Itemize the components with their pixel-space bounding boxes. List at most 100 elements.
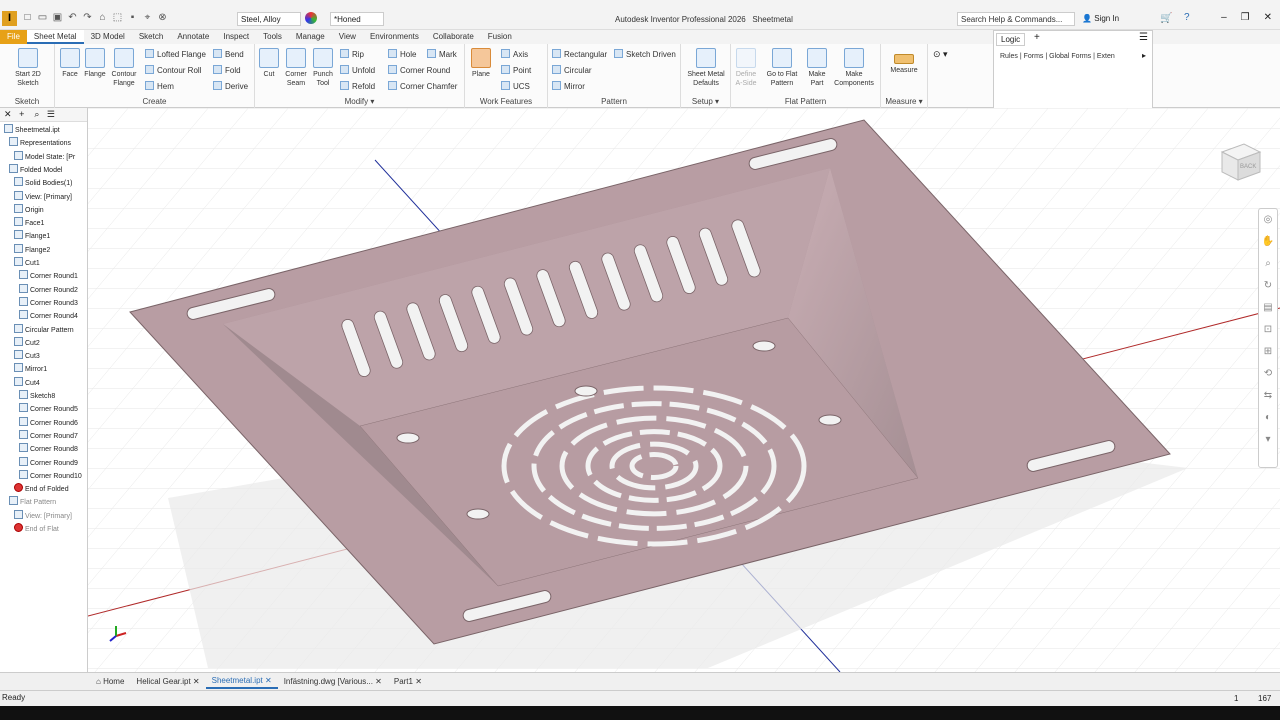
minimize-icon[interactable]: – [1221, 12, 1227, 23]
browser-node[interactable]: Cut4 [14, 376, 40, 387]
doc-tab-home[interactable]: ⌂ Home [90, 675, 130, 688]
corner-round-button[interactable]: Corner Round [388, 65, 450, 75]
browser-node[interactable]: Solid Bodies(1) [14, 177, 72, 187]
options-icon[interactable]: ⊙ ▾ [933, 49, 948, 60]
signin-link[interactable]: 👤 Sign In [1082, 14, 1119, 23]
steering-wheel-icon[interactable]: ◎ [1259, 209, 1277, 231]
browser-node[interactable]: Corner Round7 [19, 429, 78, 440]
appearance-icon[interactable] [305, 12, 317, 24]
look-at-icon[interactable]: ▤ [1259, 297, 1277, 319]
orbit-icon[interactable]: ↻ [1259, 275, 1277, 297]
redo-icon[interactable]: ↷ [82, 12, 93, 23]
browser-node[interactable]: View: [Primary] [14, 509, 72, 520]
contour-flange-button[interactable]: Contour Flange [109, 48, 139, 88]
material-icon[interactable]: ⊗ [157, 12, 168, 23]
update-icon[interactable]: ▪ [127, 12, 138, 23]
menu-icon[interactable]: ☰ [1139, 32, 1148, 43]
browser-node[interactable]: Corner Round1 [19, 270, 78, 280]
tab-collaborate[interactable]: Collaborate [426, 30, 481, 44]
close-icon[interactable]: ✕ [193, 677, 200, 686]
appearance-select[interactable]: *Honed [330, 12, 384, 26]
constrained-orbit-icon[interactable]: ⇆ [1259, 385, 1277, 407]
tab-environments[interactable]: Environments [363, 30, 426, 44]
doc-tab-sheetmetal[interactable]: Sheetmetal.ipt ✕ [205, 674, 278, 689]
browser-node[interactable]: Corner Round8 [19, 443, 78, 453]
browser-node[interactable]: Flange1 [14, 230, 50, 240]
undo-icon[interactable]: ↶ [67, 12, 78, 23]
zoom-window-icon[interactable]: ⊞ [1259, 341, 1277, 363]
browser-node[interactable]: Mirror1 [14, 363, 47, 373]
fold-button[interactable]: Fold [213, 65, 241, 75]
start-sketch-button[interactable]: Start 2D Sketch [8, 48, 48, 88]
browser-node[interactable]: Flange2 [14, 243, 50, 254]
close-icon[interactable]: ✕ [375, 677, 382, 686]
tab-view[interactable]: View [332, 30, 363, 44]
select-icon[interactable]: ⬚ [112, 12, 123, 23]
close-icon[interactable]: ✕ [415, 677, 422, 686]
mark-button[interactable]: Mark [427, 49, 457, 59]
browser-node[interactable]: Corner Round10 [19, 469, 82, 480]
face-button[interactable]: Face [58, 48, 82, 79]
tab-logic[interactable]: Logic [996, 33, 1026, 46]
browser-node[interactable]: Corner Round5 [19, 403, 78, 413]
browser-node[interactable]: Corner Round4 [19, 310, 78, 320]
hole-button[interactable]: Hole [388, 49, 416, 59]
tab-3d-model[interactable]: 3D Model [84, 30, 132, 44]
model-canvas[interactable] [88, 108, 1280, 672]
cut-button[interactable]: Cut [258, 48, 280, 79]
doc-tab-part1[interactable]: Part1 ✕ [388, 675, 428, 688]
bend-button[interactable]: Bend [213, 49, 244, 59]
refold-button[interactable]: Refold [340, 81, 375, 91]
lofted-flange-button[interactable]: Lofted Flange [145, 49, 206, 59]
browser-node[interactable]: End of Folded [14, 483, 69, 493]
mirror-button[interactable]: Mirror [552, 81, 585, 91]
browser-node[interactable]: Model State: [Pr [14, 150, 75, 161]
browser-node[interactable]: Sketch8 [19, 390, 55, 400]
make-components-button[interactable]: Make Components [831, 48, 877, 88]
make-part-button[interactable]: Make Part [805, 48, 829, 88]
browser-node[interactable]: Circular Pattern [14, 323, 74, 334]
group-label-modify[interactable]: Modify ▾ [255, 97, 464, 106]
pan-icon[interactable]: ✋ [1259, 231, 1277, 253]
new-icon[interactable]: □ [22, 12, 33, 23]
tab-manage[interactable]: Manage [289, 30, 332, 44]
browser-node[interactable]: Cut1 [14, 257, 40, 267]
go-to-flat-pattern-button[interactable]: Go to Flat Pattern [761, 48, 803, 88]
add-tab-icon[interactable]: + [1034, 32, 1040, 43]
hem-button[interactable]: Hem [145, 81, 174, 91]
rip-button[interactable]: Rip [340, 49, 364, 59]
nav-menu-icon[interactable]: ▾ [1259, 429, 1277, 451]
search-input[interactable]: Search Help & Commands... [957, 12, 1075, 26]
browser-node[interactable]: Cut2 [14, 336, 40, 347]
contour-roll-button[interactable]: Contour Roll [145, 65, 201, 75]
scroll-right-icon[interactable]: ▸ [1142, 51, 1146, 60]
logic-links[interactable]: Rules | Forms | Global Forms | Exten [1000, 53, 1115, 60]
browser-node[interactable]: Representations [9, 137, 71, 147]
close-icon[interactable]: ✕ [265, 676, 272, 685]
tab-tools[interactable]: Tools [256, 30, 289, 44]
point-button[interactable]: Point [501, 65, 531, 75]
close-icon[interactable]: ✕ [4, 109, 12, 119]
tab-fusion[interactable]: Fusion [481, 30, 519, 44]
browser-node[interactable]: Corner Round9 [19, 456, 78, 467]
doc-tab-helical-gear[interactable]: Helical Gear.ipt ✕ [130, 675, 205, 688]
menu-icon[interactable]: ☰ [47, 109, 55, 119]
axis-button[interactable]: Axis [501, 49, 528, 59]
unfold-button[interactable]: Unfold [340, 65, 375, 75]
circular-pattern-button[interactable]: Circular [552, 65, 592, 75]
home-icon[interactable]: ⌂ [97, 12, 108, 23]
cart-icon[interactable]: 🛒 [1160, 13, 1172, 24]
tab-sheet-metal[interactable]: Sheet Metal [26, 30, 84, 44]
tab-annotate[interactable]: Annotate [170, 30, 216, 44]
help-icon[interactable]: ? [1184, 12, 1190, 23]
search-icon[interactable]: ⌕ [34, 109, 39, 119]
view-cube-graphic[interactable] [1218, 138, 1264, 184]
doc-tab-infastning[interactable]: Infästning.dwg [Various... ✕ [278, 675, 388, 688]
punch-tool-button[interactable]: Punch Tool [310, 48, 336, 88]
open-icon[interactable]: ▭ [37, 12, 48, 23]
browser-node[interactable]: Sheetmetal.ipt [4, 124, 60, 134]
browser-node[interactable]: Folded Model [9, 163, 62, 174]
sketch-driven-button[interactable]: Sketch Driven [614, 49, 676, 59]
graphics-viewport[interactable]: BACK ◎ ✋ ⌕ ↻ ▤ ⊡ ⊞ ⟲ ⇆ ◐ ▾ [88, 108, 1280, 672]
corner-seam-button[interactable]: Corner Seam [282, 48, 310, 88]
